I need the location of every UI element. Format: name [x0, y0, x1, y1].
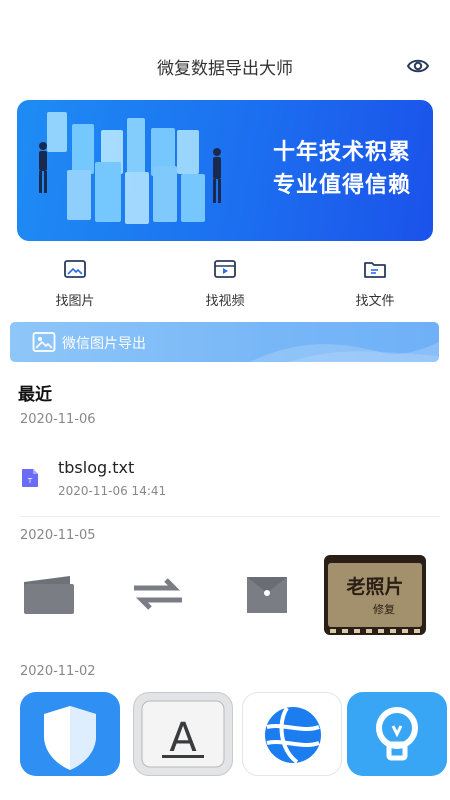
video-icon: [214, 260, 236, 278]
banner-text: 十年技术积累 专业值得信赖: [273, 136, 411, 202]
thumb-title: 老照片: [346, 575, 403, 598]
lightbulb-app-thumbnail[interactable]: [347, 692, 447, 776]
shield-icon: [44, 706, 96, 770]
recent-heading: 最近: [18, 385, 52, 405]
find-videos-label: 找视频: [205, 294, 245, 309]
banner-line-1: 十年技术积累: [272, 140, 411, 165]
wechat-export-label: 微信图片导出: [62, 336, 146, 352]
thumb-subtitle: 修复: [373, 602, 395, 616]
swap-arrows-thumbnail[interactable]: [130, 574, 186, 614]
pocket-icon-thumbnail[interactable]: [244, 573, 290, 617]
file-name[interactable]: tbslog.txt: [58, 458, 134, 477]
lightbulb-icon: [376, 707, 418, 761]
banner-line-2: 专业值得信赖: [272, 173, 411, 198]
text-file-icon: T: [22, 469, 38, 487]
app-header: 微复数据导出大师: [0, 50, 450, 80]
globe-icon: [265, 706, 321, 764]
browser-app-thumbnail[interactable]: [242, 692, 342, 776]
eye-icon[interactable]: [406, 54, 430, 78]
find-images-label: 找图片: [55, 294, 95, 309]
find-videos-button[interactable]: 找视频: [165, 258, 285, 309]
wechat-image-export-button[interactable]: 微信图片导出: [10, 322, 439, 362]
divider: [20, 516, 440, 517]
server-illustration: [39, 112, 221, 224]
folder-icon: [364, 262, 386, 278]
date-label: 2020-11-02: [20, 664, 96, 679]
date-label: 2020-11-05: [20, 528, 96, 543]
shield-app-thumbnail[interactable]: [20, 692, 120, 776]
file-badge: T: [27, 477, 33, 485]
find-images-button[interactable]: 找图片: [15, 258, 135, 309]
file-timestamp: 2020-11-06 14:41: [58, 484, 167, 498]
wallet-icon-thumbnail[interactable]: [20, 572, 78, 616]
image-icon: [64, 260, 86, 278]
photo-restore-thumbnail[interactable]: 老照片 修复: [324, 555, 426, 635]
find-files-label: 找文件: [355, 294, 395, 309]
letter-a-icon: A: [141, 700, 225, 768]
app-title: 微复数据导出大师: [157, 59, 293, 79]
app-letter: A: [169, 715, 197, 761]
text-app-thumbnail[interactable]: A: [133, 692, 233, 776]
find-files-button[interactable]: 找文件: [315, 258, 435, 309]
promo-banner[interactable]: 十年技术积累 专业值得信赖: [17, 100, 433, 241]
date-label: 2020-11-06: [20, 412, 96, 427]
picture-icon: [32, 332, 56, 352]
